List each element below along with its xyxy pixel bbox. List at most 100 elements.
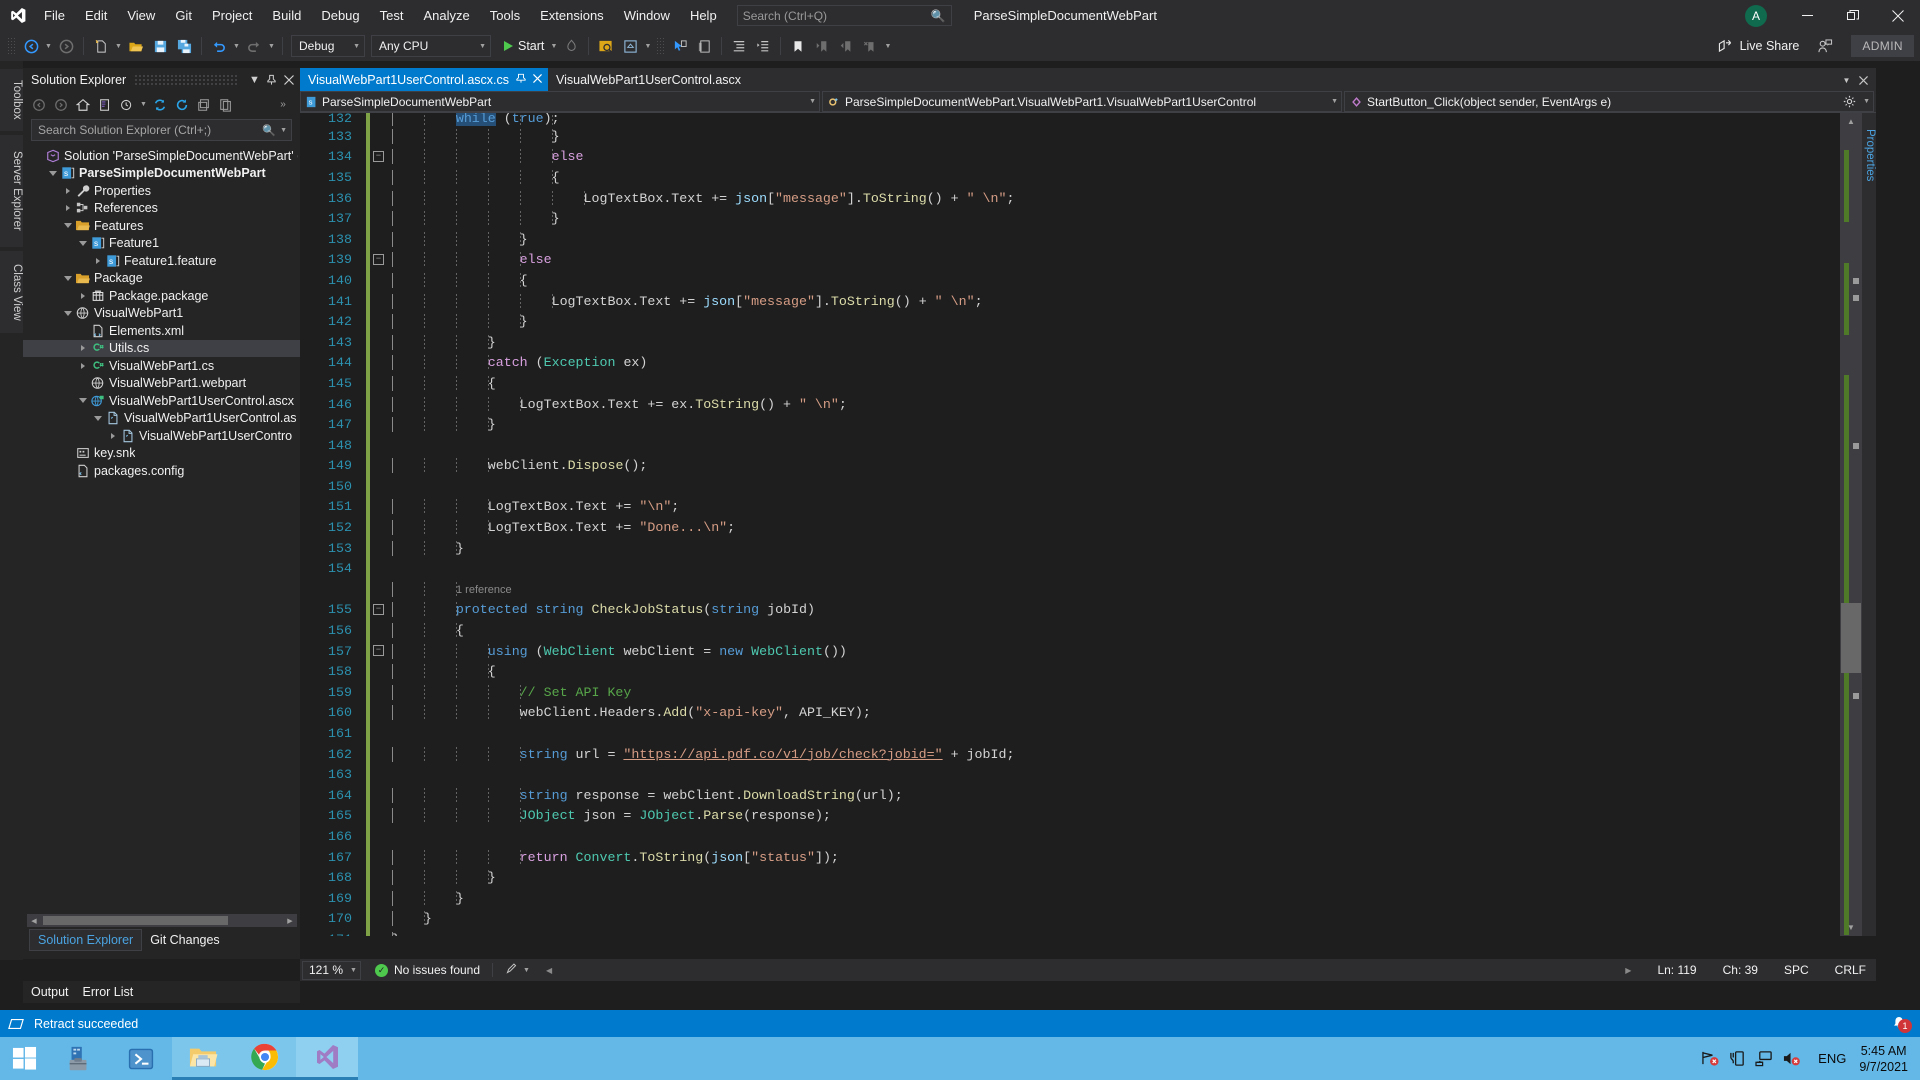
tree-item[interactable]: VisualWebPart1.cs (23, 357, 300, 375)
taskbar-visual-studio-icon[interactable] (296, 1037, 358, 1080)
menu-file[interactable]: File (34, 0, 75, 31)
code-line[interactable]: 158 { (300, 661, 1876, 682)
close-button[interactable] (1875, 0, 1920, 31)
vtab-server-explorer[interactable]: Server Explorer (0, 135, 23, 247)
code-line[interactable]: 139− else (300, 250, 1876, 271)
chevron-down-icon[interactable]: ▼ (280, 127, 287, 134)
code-line[interactable]: 150 (300, 476, 1876, 497)
code-line[interactable]: 168 } (300, 867, 1876, 888)
navbar-type-combo[interactable]: ParseSimpleDocumentWebPart.VisualWebPart… (822, 91, 1342, 112)
navigate-back-dropdown-icon[interactable]: ▼ (43, 34, 54, 58)
solution-configuration-combo[interactable]: Debug ▼ (291, 35, 365, 57)
select-element-icon[interactable] (668, 34, 692, 58)
chevron-down-icon[interactable] (46, 165, 59, 182)
collapse-region-icon[interactable]: − (370, 600, 386, 621)
menu-analyze[interactable]: Analyze (413, 0, 479, 31)
menu-build[interactable]: Build (262, 0, 311, 31)
code-line[interactable]: 163 (300, 764, 1876, 785)
tree-item[interactable]: Properties (23, 182, 300, 200)
chevron-down-icon[interactable] (61, 305, 74, 322)
code-line[interactable]: 171} (300, 929, 1876, 936)
scroll-up-icon[interactable]: ▲ (1840, 113, 1862, 130)
hot-reload-icon[interactable] (559, 34, 583, 58)
taskbar-server-manager-icon[interactable] (48, 1037, 110, 1080)
previous-icon[interactable]: ◀ (546, 966, 552, 975)
ink-annotation-icon[interactable] (505, 962, 518, 978)
vtab-properties[interactable]: Properties (1862, 113, 1876, 181)
taskbar-google-chrome-icon[interactable] (234, 1037, 296, 1080)
code-line[interactable]: 133 } (300, 126, 1876, 147)
notification-area[interactable]: 1 (1890, 1015, 1920, 1033)
redo-dropdown-icon[interactable]: ▼ (266, 34, 277, 58)
tree-item[interactable]: Features (23, 217, 300, 235)
navbar-member-combo[interactable]: StartButton_Click(object sender, EventAr… (1344, 91, 1874, 112)
menu-window[interactable]: Window (614, 0, 680, 31)
navigate-forward-icon[interactable] (54, 34, 78, 58)
toolbar-grip[interactable] (7, 37, 16, 55)
code-line[interactable]: 161 (300, 723, 1876, 744)
tree-item[interactable]: Utils.cs (23, 340, 300, 358)
tree-item[interactable]: Elements.xml (23, 322, 300, 340)
code-line[interactable]: 137 } (300, 208, 1876, 229)
drag-handle[interactable] (134, 74, 238, 86)
menu-debug[interactable]: Debug (311, 0, 369, 31)
code-line[interactable]: 134− else (300, 147, 1876, 168)
chevron-down-icon[interactable] (61, 270, 74, 287)
menu-extensions[interactable]: Extensions (530, 0, 614, 31)
taskbar-powershell-icon[interactable] (110, 1037, 172, 1080)
close-icon[interactable] (280, 70, 297, 90)
tree-item[interactable]: key.snk (23, 445, 300, 463)
code-line[interactable]: 149 webClient.Dispose(); (300, 456, 1876, 477)
clear-bookmarks-icon[interactable] (858, 34, 882, 58)
code-line[interactable]: 144 catch (Exception ex) (300, 353, 1876, 374)
clock[interactable]: 5:45 AM 9/7/2021 (1859, 1043, 1908, 1075)
collapse-all-icon[interactable] (193, 94, 215, 115)
new-item-dropdown-icon[interactable]: ▼ (113, 34, 124, 58)
usb-device-icon[interactable] (1724, 1037, 1751, 1080)
vtab-class-view[interactable]: Class View (0, 251, 23, 333)
tree-item[interactable]: sParseSimpleDocumentWebPart (23, 165, 300, 183)
avatar[interactable]: A (1745, 5, 1767, 27)
code-line[interactable]: 159 // Set API Key (300, 682, 1876, 703)
tree-item[interactable]: Package (23, 270, 300, 288)
tree-item[interactable]: VisualWebPart1UserControl.ascx (23, 392, 300, 410)
code-line[interactable]: 148 (300, 435, 1876, 456)
sync-with-active-document-icon[interactable] (94, 94, 116, 115)
code-line[interactable]: 154 (300, 558, 1876, 579)
network-error-icon[interactable] (1697, 1037, 1724, 1080)
code-line[interactable]: 142 } (300, 311, 1876, 332)
code-line[interactable]: 143 } (300, 332, 1876, 353)
display-in-browser-icon[interactable] (692, 34, 716, 58)
indent-icon[interactable] (727, 34, 751, 58)
scroll-down-icon[interactable]: ▼ (1840, 919, 1862, 936)
code-line[interactable]: 138 } (300, 229, 1876, 250)
close-icon[interactable] (533, 74, 542, 86)
undo-icon[interactable] (207, 34, 231, 58)
solution-platform-combo[interactable]: Any CPU ▼ (371, 35, 491, 57)
toolbar-grip-2[interactable] (656, 37, 665, 55)
code-line[interactable]: 170 } (300, 909, 1876, 930)
code-line[interactable]: 157− using (WebClient webClient = new We… (300, 641, 1876, 662)
minimize-button[interactable] (1785, 0, 1830, 31)
code-line[interactable]: 147 } (300, 414, 1876, 435)
editor-close-icon[interactable] (1855, 69, 1872, 91)
windows-start-icon[interactable] (0, 1037, 48, 1080)
code-line[interactable]: 162 string url = "https://api.pdf.co/v1/… (300, 744, 1876, 765)
tree-item[interactable]: VisualWebPart1 (23, 305, 300, 323)
redo-icon[interactable] (242, 34, 266, 58)
tab-list-dropdown-icon[interactable]: ▼ (1838, 69, 1855, 91)
tab-output[interactable]: Output (31, 985, 69, 999)
code-line[interactable]: 145 { (300, 373, 1876, 394)
chevron-down-icon[interactable]: ▼ (246, 70, 263, 90)
chevron-right-icon[interactable] (61, 182, 74, 199)
live-share-button[interactable]: Live Share (1718, 39, 1800, 54)
start-debug-button[interactable]: Start (500, 34, 548, 58)
start-dropdown-icon[interactable]: ▼ (548, 34, 559, 58)
code-line[interactable]: 160 webClient.Headers.Add("x-api-key", A… (300, 703, 1876, 724)
taskbar-file-explorer-icon[interactable] (172, 1037, 234, 1080)
send-feedback-icon[interactable] (1813, 34, 1837, 58)
scroll-left-icon[interactable]: ◀ (27, 914, 41, 927)
code-line[interactable]: 155− protected string CheckJobStatus(str… (300, 600, 1876, 621)
collapse-region-icon[interactable]: − (370, 147, 386, 168)
tree-item[interactable]: References (23, 200, 300, 218)
